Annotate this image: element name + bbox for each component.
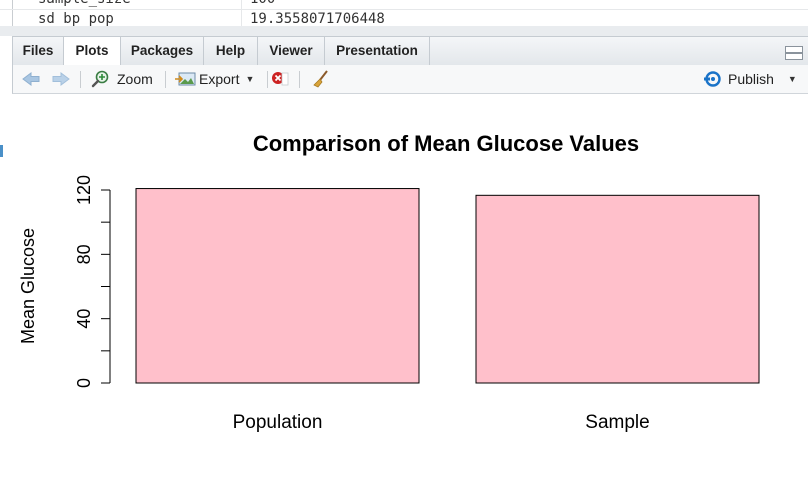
y-tick-label: 120 (74, 175, 94, 205)
y-tick-label: 40 (74, 309, 94, 329)
toolbar-separator (80, 71, 81, 88)
remove-plot-icon (272, 72, 289, 86)
publish-icon (704, 71, 721, 87)
env-row[interactable]: sd_bp_pop 19.3558071706448 (0, 11, 808, 27)
env-row[interactable]: sample_size 100 (0, 0, 808, 11)
publish-label: Publish (728, 71, 774, 87)
toolbar-separator (165, 71, 166, 88)
zoom-button[interactable]: Zoom (91, 65, 153, 93)
y-axis-label: Mean Glucose (18, 228, 38, 344)
zoom-magnifier-icon (91, 70, 109, 88)
pane-minimize-maximize[interactable] (785, 46, 807, 62)
tab-plots[interactable]: Plots (64, 37, 121, 66)
back-button[interactable] (21, 65, 41, 93)
bar-sample (475, 194, 760, 384)
env-var-name: sd_bp_pop (38, 11, 114, 27)
remove-plot-button[interactable] (271, 65, 289, 93)
chart-title: Comparison of Mean Glucose Values (253, 131, 639, 156)
chevron-down-icon: ▼ (245, 74, 255, 84)
toolbar-separator (267, 71, 268, 88)
zoom-label: Zoom (117, 71, 153, 87)
tab-presentation[interactable]: Presentation (325, 37, 430, 65)
tab-bar: Files Plots Packages Help Viewer Present… (12, 36, 808, 66)
export-label: Export (199, 71, 240, 87)
maximize-icon[interactable] (785, 53, 803, 60)
plots-toolbar: Zoom Export ▼ Publish ▼ (12, 65, 808, 94)
tab-help[interactable]: Help (204, 37, 258, 65)
minimize-icon[interactable] (785, 46, 803, 53)
x-axis-labels: Population Sample (233, 412, 650, 433)
env-var-name: sample_size (38, 0, 131, 7)
bar-chart: Comparison of Mean Glucose Values Mean G… (18, 131, 760, 433)
tab-files[interactable]: Files (13, 37, 64, 65)
export-image-icon (175, 72, 196, 86)
export-menu-button[interactable]: Export ▼ (175, 65, 254, 93)
x-category-label: Sample (585, 412, 649, 433)
tab-viewer[interactable]: Viewer (258, 37, 325, 65)
env-var-value: 19.3558071706448 (250, 11, 385, 27)
pane-edge-marker (0, 145, 3, 157)
y-tick-label: 80 (74, 244, 94, 264)
environment-pane: sample_size 100 sd_bp_pop 19.35580717064… (0, 0, 808, 27)
pane-splitter[interactable] (0, 26, 808, 36)
bar-population (135, 188, 420, 384)
publish-button[interactable]: Publish ▼ (703, 65, 797, 93)
y-tick-label: 0 (74, 378, 94, 388)
plot-viewer: Comparison of Mean Glucose Values Mean G… (12, 94, 808, 491)
chevron-down-icon: ▼ (787, 74, 797, 84)
env-var-value: 100 (250, 0, 275, 7)
y-axis: 0 40 80 120 (74, 175, 111, 388)
forward-button[interactable] (51, 65, 71, 93)
tab-packages[interactable]: Packages (121, 37, 204, 65)
toolbar-separator (299, 71, 300, 88)
broom-icon (313, 70, 328, 88)
back-arrow-icon (22, 72, 40, 86)
clear-plots-button[interactable] (311, 65, 331, 93)
bars-group (135, 188, 760, 384)
forward-arrow-icon (52, 72, 70, 86)
x-category-label: Population (233, 412, 323, 433)
